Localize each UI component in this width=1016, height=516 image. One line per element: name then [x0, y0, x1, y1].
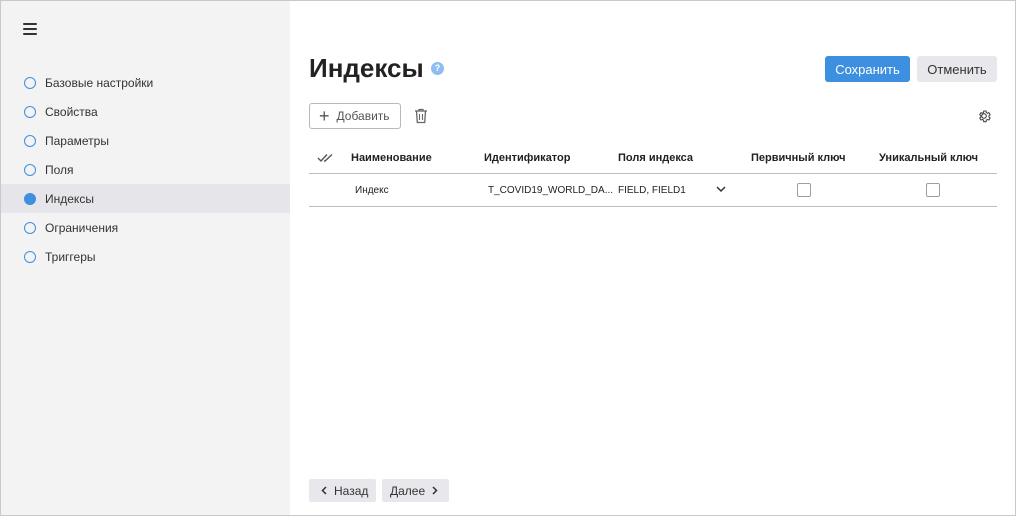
column-header-unique-key[interactable]: Уникальный ключ: [879, 152, 978, 164]
trash-icon[interactable]: [414, 108, 428, 124]
indexes-table: Наименование Идентификатор Поля индекса …: [309, 143, 997, 207]
sidebar: Базовые настройки Свойства Параметры Пол…: [1, 1, 290, 515]
unique-key-checkbox[interactable]: [926, 183, 940, 197]
save-button[interactable]: Сохранить: [825, 56, 910, 82]
cancel-button[interactable]: Отменить: [917, 56, 997, 82]
step-radio-icon: [24, 134, 36, 147]
sidebar-item-constraints[interactable]: Ограничения: [1, 213, 290, 242]
column-header-identifier[interactable]: Идентификатор: [484, 152, 571, 164]
chevron-left-icon: [321, 486, 327, 495]
sidebar-item-label: Базовые настройки: [45, 75, 154, 90]
sidebar-item-label: Индексы: [45, 191, 94, 206]
step-radio-icon: [24, 163, 36, 176]
step-radio-icon: [24, 76, 36, 89]
table-header: Наименование Идентификатор Поля индекса …: [309, 143, 997, 174]
step-radio-icon: [24, 105, 36, 118]
step-radio-filled-icon: [24, 192, 36, 205]
main-panel: Индексы ? Сохранить Отменить + Добавить: [290, 1, 1015, 515]
sidebar-item-label: Ограничения: [45, 220, 119, 235]
step-radio-icon: [24, 250, 36, 263]
sidebar-item-label: Поля: [45, 162, 74, 177]
add-button-label: Добавить: [336, 109, 390, 123]
cell-name[interactable]: Индекс: [355, 185, 389, 196]
back-button[interactable]: Назад: [309, 479, 376, 502]
next-button[interactable]: Далее: [382, 479, 449, 502]
step-radio-icon: [24, 221, 36, 234]
sidebar-item-label: Триггеры: [45, 249, 96, 264]
double-check-icon[interactable]: [317, 153, 335, 163]
table-row[interactable]: Индекс T_COVID19_WORLD_DA... FIELD, FIEL…: [309, 174, 997, 207]
primary-key-checkbox[interactable]: [797, 183, 811, 197]
sidebar-item-fields[interactable]: Поля: [1, 155, 290, 184]
sidebar-item-triggers[interactable]: Триггеры: [1, 242, 290, 271]
chevron-down-icon[interactable]: [716, 186, 726, 193]
back-button-label: Назад: [334, 483, 369, 498]
sidebar-item-indexes[interactable]: Индексы: [1, 184, 290, 213]
add-button[interactable]: + Добавить: [309, 103, 401, 129]
hamburger-menu-icon[interactable]: [23, 23, 37, 35]
step-list: Базовые настройки Свойства Параметры Пол…: [1, 68, 290, 271]
page-title: Индексы: [309, 53, 424, 83]
column-header-name[interactable]: Наименование: [351, 152, 432, 164]
cell-index-fields[interactable]: FIELD, FIELD1: [618, 185, 686, 196]
app-window: Базовые настройки Свойства Параметры Пол…: [0, 0, 1016, 516]
cell-identifier[interactable]: T_COVID19_WORLD_DA...: [488, 185, 613, 196]
sidebar-item-base-settings[interactable]: Базовые настройки: [1, 68, 290, 97]
sidebar-item-parameters[interactable]: Параметры: [1, 126, 290, 155]
sidebar-item-label: Параметры: [45, 133, 109, 148]
column-header-index-fields[interactable]: Поля индекса: [618, 152, 693, 164]
gear-icon[interactable]: [976, 108, 992, 124]
plus-icon: +: [319, 106, 330, 126]
chevron-right-icon: [432, 486, 438, 495]
sidebar-item-label: Свойства: [45, 104, 98, 119]
sidebar-item-properties[interactable]: Свойства: [1, 97, 290, 126]
next-button-label: Далее: [390, 483, 426, 498]
column-header-primary-key[interactable]: Первичный ключ: [751, 152, 846, 164]
question-mark-icon[interactable]: ?: [431, 62, 444, 75]
